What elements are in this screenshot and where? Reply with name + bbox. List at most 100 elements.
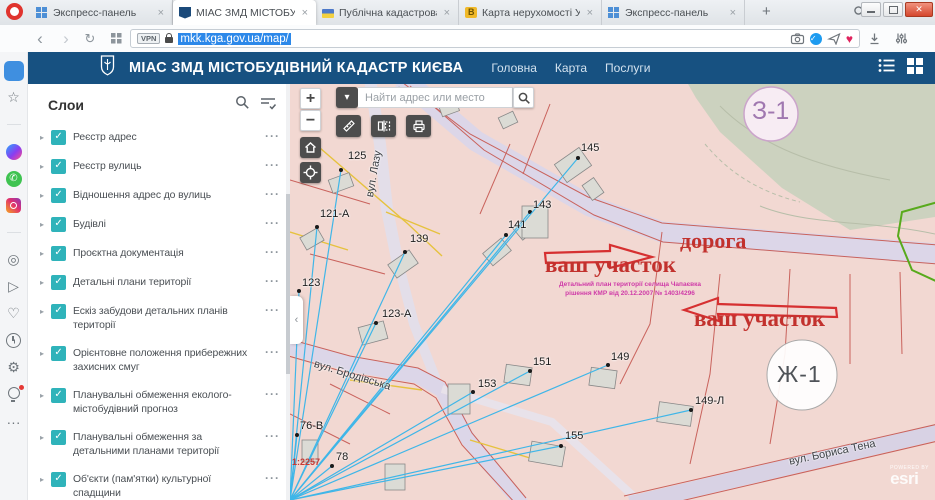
tab-close-icon[interactable]: × [300, 7, 310, 19]
nav-link[interactable]: Карта [555, 61, 587, 75]
swipe-compare-button[interactable] [371, 115, 396, 137]
expand-caret-icon[interactable]: ▸ [40, 307, 44, 316]
map-search-button[interactable] [513, 87, 534, 108]
close-button[interactable] [905, 2, 933, 17]
layer-checkbox[interactable] [51, 159, 66, 174]
layer-menu-icon[interactable]: ··· [265, 274, 280, 288]
layer-row[interactable]: ▸ Планувальні обмеження еколого-містобуд… [28, 381, 290, 423]
bookmark-heart-icon[interactable]: ♥ [846, 32, 853, 46]
tab-close-icon[interactable]: × [585, 7, 595, 19]
zoom-in-button[interactable]: + [300, 88, 321, 109]
layer-checkbox[interactable] [51, 188, 66, 203]
layer-menu-icon[interactable]: ··· [265, 245, 280, 259]
messenger-icon[interactable] [0, 138, 28, 165]
layers-filter-icon[interactable] [260, 96, 276, 115]
expand-caret-icon[interactable]: ▸ [40, 433, 44, 442]
instagram-icon[interactable] [0, 192, 28, 219]
speed-dial-home-icon[interactable] [0, 57, 28, 84]
speed-dial-grid-icon[interactable] [108, 25, 124, 52]
more-dots-icon[interactable]: ··· [0, 408, 28, 435]
layer-menu-icon[interactable]: ··· [265, 187, 280, 201]
layer-menu-icon[interactable]: ··· [265, 387, 280, 401]
nav-link[interactable]: Головна [491, 61, 537, 75]
send-plane-icon[interactable] [827, 32, 841, 45]
layer-checkbox[interactable] [51, 346, 66, 361]
expand-caret-icon[interactable]: ▸ [40, 475, 44, 484]
expand-caret-icon[interactable]: ▸ [40, 191, 44, 200]
layer-menu-icon[interactable]: ··· [265, 158, 280, 172]
layer-row[interactable]: ▸ Реєстр вулиць ··· [28, 152, 290, 181]
layer-checkbox[interactable] [51, 472, 66, 487]
layer-checkbox[interactable] [51, 388, 66, 403]
url-text[interactable]: mkk.kga.gov.ua/map/ [178, 33, 290, 45]
layer-menu-icon[interactable]: ··· [265, 129, 280, 143]
tab-close-icon[interactable]: × [156, 7, 166, 19]
personal-news-icon[interactable]: ♡ [0, 300, 28, 327]
whatsapp-icon[interactable]: ✆ [0, 165, 28, 192]
back-icon[interactable]: ‹ [32, 25, 48, 52]
map-viewport[interactable]: 125121-А139123123-А141143145149151153149… [290, 84, 935, 500]
zoom-out-button[interactable]: − [300, 110, 321, 131]
my-flow-icon[interactable]: ▷ [0, 273, 28, 300]
home-extent-button[interactable] [300, 137, 321, 158]
url-field[interactable]: VPN mkk.kga.gov.ua/map/ ✓ ♥ [130, 29, 860, 48]
sidebar-setup-sliders-icon[interactable] [893, 25, 909, 52]
panel-collapse-handle[interactable]: ‹ [290, 296, 303, 344]
layers-search-icon[interactable] [235, 95, 250, 115]
tab-close-icon[interactable]: × [728, 7, 738, 19]
layer-row[interactable]: ▸ Відношення адрес до вулиць ··· [28, 181, 290, 210]
layer-menu-icon[interactable]: ··· [265, 216, 280, 230]
browser-tab[interactable]: Карта нерухомості України × [459, 0, 602, 25]
settings-gear-icon[interactable]: ⚙ [0, 354, 28, 381]
layer-menu-icon[interactable]: ··· [265, 429, 280, 443]
rail-divider[interactable] [0, 219, 28, 246]
layer-menu-icon[interactable]: ··· [265, 303, 280, 317]
expand-caret-icon[interactable]: ▸ [40, 349, 44, 358]
player-icon[interactable]: ◎ [0, 246, 28, 273]
nav-link[interactable]: Послуги [605, 61, 650, 75]
layer-row[interactable]: ▸ Об'єкти (пам'ятки) культурної спадщини… [28, 465, 290, 500]
layer-checkbox[interactable] [51, 217, 66, 232]
reload-icon[interactable]: ↻ [82, 25, 98, 52]
layer-row[interactable]: ▸ Реєстр адрес ··· [28, 123, 290, 152]
expand-caret-icon[interactable]: ▸ [40, 249, 44, 258]
maximize-button[interactable] [883, 2, 903, 17]
layer-checkbox[interactable] [51, 246, 66, 261]
map-search-input[interactable] [358, 87, 513, 108]
browser-tab[interactable]: Публічна кадастрова карта × [316, 0, 459, 25]
expand-caret-icon[interactable]: ▸ [40, 133, 44, 142]
minimize-button[interactable] [861, 2, 881, 17]
expand-caret-icon[interactable]: ▸ [40, 220, 44, 229]
layer-row[interactable]: ▸ Орієнтовне положення прибережних захис… [28, 339, 290, 381]
opera-logo-icon[interactable] [6, 3, 23, 20]
expand-caret-icon[interactable]: ▸ [40, 391, 44, 400]
measure-ruler-button[interactable] [336, 115, 361, 137]
layer-row[interactable]: ▸ Планувальні обмеження за детальними пл… [28, 423, 290, 465]
vpn-badge[interactable]: VPN [137, 33, 160, 44]
layer-checkbox[interactable] [51, 304, 66, 319]
layer-menu-icon[interactable]: ··· [265, 471, 280, 485]
search-dropdown-button[interactable]: ▾ [336, 87, 358, 108]
browser-tab[interactable]: Экспресс-панель × [602, 0, 745, 25]
layer-row[interactable]: ▸ Детальні плани території ··· [28, 268, 290, 297]
easy-setup-bulb-icon[interactable] [0, 381, 28, 408]
browser-tab[interactable]: Экспресс-панель × [30, 0, 173, 25]
expand-caret-icon[interactable]: ▸ [40, 278, 44, 287]
tab-close-icon[interactable]: × [442, 7, 452, 19]
legend-list-icon[interactable] [878, 58, 895, 78]
basemap-grid-icon[interactable] [907, 58, 923, 79]
layer-checkbox[interactable] [51, 130, 66, 145]
layer-row[interactable]: ▸ Проєктна документація ··· [28, 239, 290, 268]
bookmarks-star-icon[interactable]: ☆ [0, 84, 28, 111]
layer-checkbox[interactable] [51, 275, 66, 290]
expand-caret-icon[interactable]: ▸ [40, 162, 44, 171]
my-location-button[interactable] [300, 162, 321, 183]
print-button[interactable] [406, 115, 431, 137]
verified-badge-icon[interactable]: ✓ [810, 33, 822, 45]
layer-row[interactable]: ▸ Будівлі ··· [28, 210, 290, 239]
history-clock-icon[interactable] [0, 327, 28, 354]
layer-checkbox[interactable] [51, 430, 66, 445]
new-tab-button[interactable]: + [762, 3, 771, 20]
browser-tab[interactable]: МІАС ЗМД МІСТОБУДІВНИЙ × [173, 0, 316, 25]
forward-icon[interactable]: › [58, 25, 74, 52]
